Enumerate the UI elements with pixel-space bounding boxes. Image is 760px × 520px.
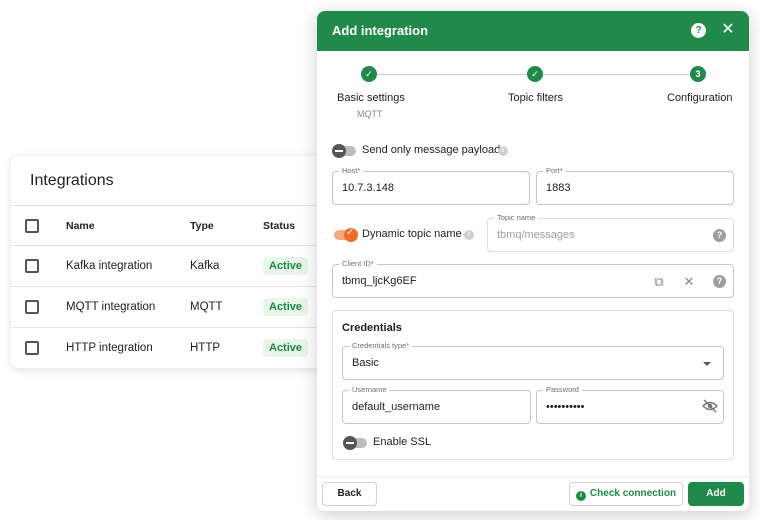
topic-name-placeholder: tbmq/messages [497, 229, 575, 241]
status-badge: Active [263, 257, 309, 275]
back-button[interactable]: Back [322, 482, 377, 506]
table-row[interactable]: HTTP integration HTTP Active [11, 327, 351, 368]
add-button[interactable]: Add [688, 482, 744, 506]
close-icon[interactable]: ✕ [719, 20, 737, 40]
info-icon[interactable]: i [498, 146, 508, 156]
port-field[interactable]: Port* 1883 [536, 166, 734, 205]
eye-off-icon[interactable] [701, 399, 719, 415]
password-value: •••••••••• [546, 401, 585, 413]
dialog-header: Add integration ? ✕ [317, 11, 749, 51]
check-connection-label: Check connection [589, 488, 677, 499]
credentials-title: Credentials [342, 322, 402, 334]
row-name: MQTT integration [66, 301, 156, 313]
stepper: ✓ Basic settings MQTT ✓ Topic filters 3 … [317, 63, 749, 133]
username-label: Username [349, 385, 390, 394]
host-label: Host* [339, 166, 364, 175]
step-connector [543, 74, 691, 75]
row-checkbox[interactable] [25, 300, 39, 314]
status-badge: Active [263, 339, 309, 357]
table-row[interactable]: MQTT integration MQTT Active [11, 286, 351, 327]
dialog-title: Add integration [332, 23, 429, 38]
username-field[interactable]: Username default_username [342, 385, 531, 424]
step-1-label[interactable]: Basic settings [337, 92, 405, 104]
step-1-sublabel: MQTT [357, 109, 383, 119]
host-value: 10.7.3.148 [342, 182, 394, 194]
port-value: 1883 [546, 182, 571, 194]
password-field[interactable]: Password •••••••••• [536, 385, 724, 424]
status-badge: Active [263, 298, 309, 316]
integrations-card: Integrations Name Type Status Kafka inte… [11, 156, 351, 368]
chevron-down-icon[interactable] [703, 362, 711, 366]
step-connector [377, 74, 529, 75]
client-id-field[interactable]: Client ID* tbmq_ljcKg6EF ⧉ ✕ ? [332, 259, 734, 298]
clear-icon[interactable]: ✕ [681, 274, 697, 290]
row-checkbox[interactable] [25, 341, 39, 355]
column-header-type[interactable]: Type [190, 220, 214, 232]
step-3-number[interactable]: 3 [690, 66, 706, 82]
credentials-type-label: Credentials type* [349, 341, 413, 350]
username-value: default_username [352, 401, 441, 413]
enable-ssl-label: Enable SSL [373, 436, 432, 448]
column-header-name[interactable]: Name [66, 220, 95, 232]
question-circle-icon[interactable]: ? [691, 23, 706, 38]
step-3-label[interactable]: Configuration [667, 92, 732, 104]
info-icon: i [575, 491, 586, 501]
row-name: HTTP integration [66, 342, 153, 354]
client-id-value: tbmq_ljcKg6EF [342, 275, 417, 287]
credentials-type-select[interactable]: Credentials type* Basic [342, 341, 724, 380]
integrations-table: Name Type Status Kafka integration Kafka… [11, 205, 351, 368]
send-payload-label: Send only message payload [362, 144, 501, 156]
credentials-type-value: Basic [352, 357, 379, 369]
row-type: MQTT [190, 301, 223, 313]
column-header-status[interactable]: Status [263, 220, 295, 232]
help-icon[interactable]: ? [713, 229, 726, 242]
host-field[interactable]: Host* 10.7.3.148 [332, 166, 530, 205]
topic-name-label: Topic name [494, 213, 539, 222]
client-id-label: Client ID* [339, 259, 377, 268]
integrations-title: Integrations [30, 172, 114, 189]
port-label: Port* [543, 166, 566, 175]
info-icon[interactable]: i [464, 230, 474, 240]
help-icon[interactable]: ? [713, 275, 726, 288]
credentials-section: Credentials Credentials type* Basic User… [332, 310, 734, 460]
select-all-checkbox[interactable] [25, 219, 39, 233]
step-2-label[interactable]: Topic filters [508, 92, 563, 104]
step-1-check-icon[interactable]: ✓ [361, 66, 377, 82]
row-type: HTTP [190, 342, 221, 354]
add-integration-dialog: Add integration ? ✕ ✓ Basic settings MQT… [317, 11, 749, 511]
step-2-check-icon[interactable]: ✓ [527, 66, 543, 82]
row-type: Kafka [190, 260, 220, 272]
row-name: Kafka integration [66, 260, 153, 272]
check-connection-button[interactable]: i Check connection [569, 482, 683, 506]
copy-icon[interactable]: ⧉ [651, 274, 667, 290]
dynamic-topic-label: Dynamic topic name [362, 228, 462, 240]
send-payload-toggle[interactable] [332, 144, 356, 158]
enable-ssl-toggle[interactable] [343, 436, 367, 450]
dynamic-topic-toggle[interactable] [334, 227, 358, 242]
topic-name-field[interactable]: Topic name tbmq/messages ? [487, 213, 734, 252]
row-checkbox[interactable] [25, 259, 39, 273]
dialog-footer: Back i Check connection Add [317, 476, 749, 511]
table-row[interactable]: Kafka integration Kafka Active [11, 245, 351, 286]
password-label: Password [543, 385, 582, 394]
table-header-row: Name Type Status [11, 205, 351, 245]
